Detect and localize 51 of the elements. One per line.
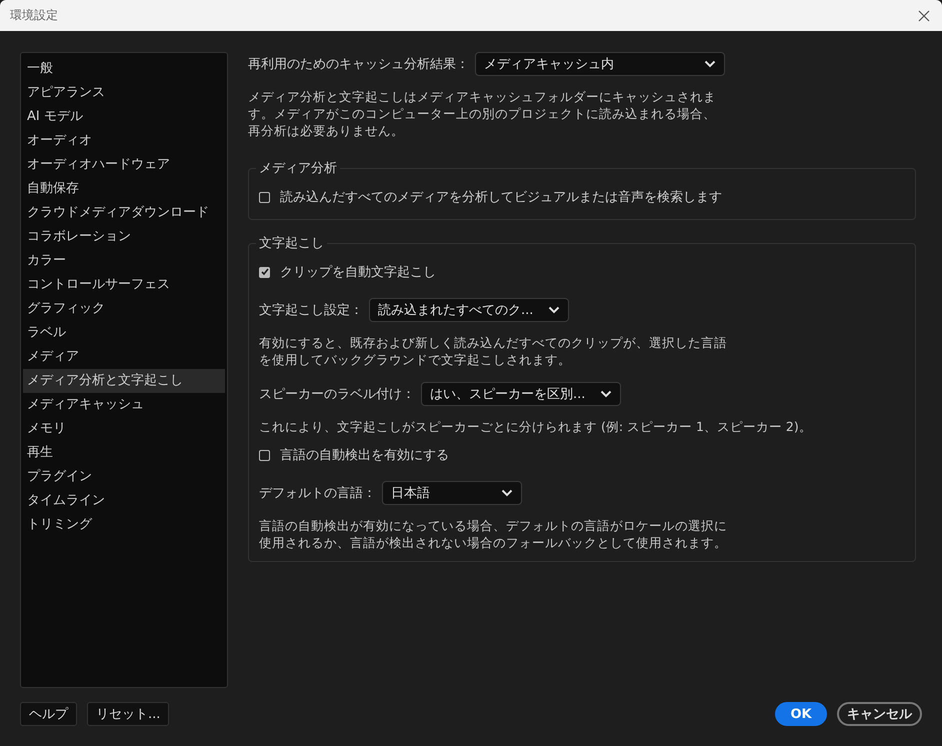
close-icon bbox=[918, 10, 930, 22]
sidebar-item[interactable]: カラー bbox=[23, 249, 225, 273]
sidebar-item[interactable]: メディアキャッシュ bbox=[23, 393, 225, 417]
sidebar-item[interactable]: タイムライン bbox=[23, 489, 225, 513]
dropdown[interactable]: はい、スピーカーを区別... bbox=[421, 382, 621, 406]
chevron-down-icon bbox=[704, 60, 716, 68]
sidebar-item[interactable]: クラウドメディアダウンロード bbox=[23, 201, 225, 225]
select-label: 文字起こし設定： bbox=[259, 302, 363, 319]
checkbox-label: クリップを自動文字起こし bbox=[280, 264, 436, 281]
sidebar-item[interactable]: オーディオハードウェア bbox=[23, 153, 225, 177]
dropdown[interactable]: メディアキャッシュ内 bbox=[475, 52, 725, 76]
cancel-button[interactable]: キャンセル bbox=[837, 702, 922, 726]
footer-button[interactable]: ヘルプ bbox=[20, 702, 77, 726]
sidebar-item[interactable]: ラベル bbox=[23, 321, 225, 345]
chevron-down-icon bbox=[600, 390, 612, 398]
sidebar-item[interactable]: トリミング bbox=[23, 513, 225, 537]
chevron-down-icon bbox=[548, 306, 560, 314]
select-label: スピーカーのラベル付け： bbox=[259, 386, 415, 403]
help-text: メディア分析と文字起こしはメディアキャッシュフォルダーにキャッシュされま す。メディアがこのコンピューター上の別のプロジェクトに読み込まれる場合、 再分析は必要ありません。 bbox=[248, 88, 717, 139]
sidebar-item[interactable]: メディア分析と文字起こし bbox=[23, 369, 225, 393]
checkbox-label: 言語の自動検出を有効にする bbox=[280, 447, 449, 464]
select-label: 再利用のためのキャッシュ分析結果： bbox=[248, 56, 469, 73]
dropdown[interactable]: 日本語 bbox=[382, 481, 522, 505]
help-text: これにより、文字起こしがスピーカーごとに分けられます (例: スピーカー 1、スピーカー 2)。 bbox=[259, 418, 813, 435]
sidebar-item[interactable]: 再生 bbox=[23, 441, 225, 465]
help-text: 有効にすると、既存および新しく読み込んだすべてのクリップが、選択した言語 を使用してバックグラウンドで文字起こしされます。 bbox=[259, 334, 728, 368]
checkbox[interactable] bbox=[259, 266, 270, 278]
close-button[interactable] bbox=[916, 8, 932, 24]
sidebar-item[interactable]: コントロールサーフェス bbox=[23, 273, 225, 297]
sidebar-item[interactable]: アピアランス bbox=[23, 81, 225, 105]
dropdown[interactable]: 読み込まれたすべてのク... bbox=[369, 298, 569, 322]
section-title: 文字起こし bbox=[258, 235, 325, 252]
select-label: デフォルトの言語： bbox=[259, 485, 376, 502]
help-text: 言語の自動検出が有効になっている場合、デフォルトの言語がロケールの選択に 使用されるか、言語が検出されない場合のフォールバックとして使用されます。 bbox=[259, 517, 728, 551]
sidebar-item[interactable]: メモリ bbox=[23, 417, 225, 441]
window-title: 環境設定 bbox=[10, 7, 58, 24]
checkbox[interactable] bbox=[259, 192, 270, 202]
ok-button[interactable]: OK bbox=[775, 702, 827, 726]
sidebar-item[interactable]: 一般 bbox=[23, 57, 225, 81]
checkbox-label: 読み込んだすべてのメディアを分析してビジュアルまたは音声を検索します bbox=[280, 189, 722, 206]
chevron-down-icon bbox=[501, 489, 513, 497]
section-title: メディア分析 bbox=[258, 160, 338, 177]
sidebar-item[interactable]: AI モデル bbox=[23, 105, 225, 129]
sidebar-item[interactable]: 自動保存 bbox=[23, 177, 225, 201]
sidebar-item[interactable]: メディア bbox=[23, 345, 225, 369]
sidebar-item[interactable]: プラグイン bbox=[23, 465, 225, 489]
footer-button[interactable]: リセット... bbox=[87, 702, 170, 726]
sidebar-item[interactable]: オーディオ bbox=[23, 129, 225, 153]
sidebar-item[interactable]: コラボレーション bbox=[23, 225, 225, 249]
sidebar-item[interactable]: グラフィック bbox=[23, 297, 225, 321]
checkbox[interactable] bbox=[259, 450, 270, 460]
